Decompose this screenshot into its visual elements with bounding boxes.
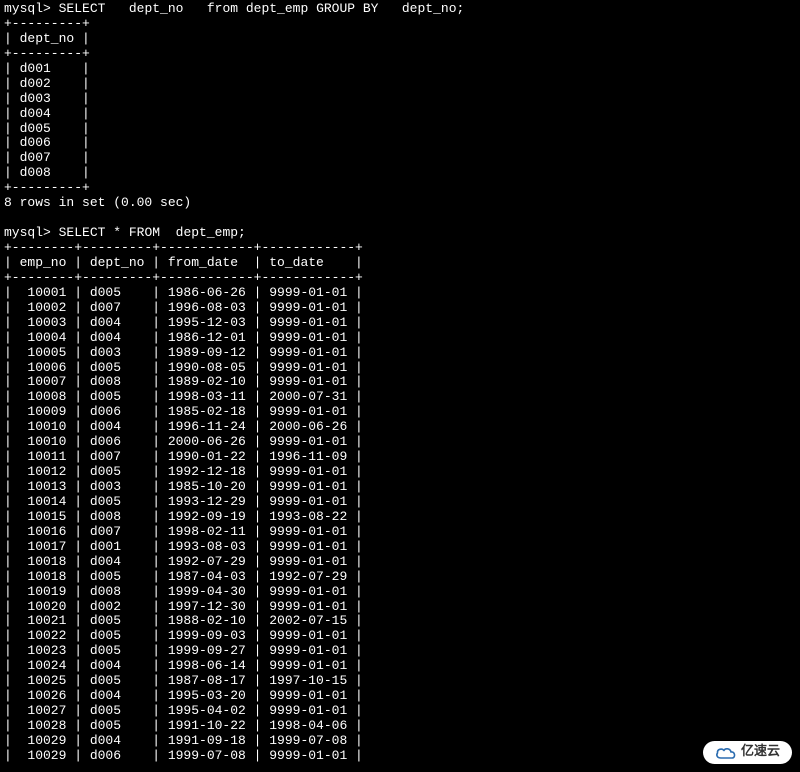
emp-rows-container: | 10001 | d005 | 1986-06-26 | 9999-01-01… [4,286,796,764]
table-row: | 10005 | d003 | 1989-09-12 | 9999-01-01… [4,346,796,361]
table-row: | 10004 | d004 | 1986-12-01 | 9999-01-01… [4,331,796,346]
separator: +---------+ [4,47,796,62]
table-row: | 10029 | d004 | 1991-09-18 | 1999-07-08… [4,734,796,749]
table-row: | 10018 | d004 | 1992-07-29 | 9999-01-01… [4,555,796,570]
table-row: | d007 | [4,151,796,166]
table-row: | 10012 | d005 | 1992-12-18 | 9999-01-01… [4,465,796,480]
table-row: | 10028 | d005 | 1991-10-22 | 1998-04-06… [4,719,796,734]
table-row: | 10014 | d005 | 1993-12-29 | 9999-01-01… [4,495,796,510]
separator: +--------+---------+------------+-------… [4,271,796,286]
blank-line [4,211,796,226]
cloud-icon [715,746,737,760]
dept-rows-container: | d001 || d002 || d003 || d004 || d005 |… [4,62,796,182]
watermark-badge: 亿速云 [703,741,792,764]
table-row: | 10010 | d006 | 2000-06-26 | 9999-01-01… [4,435,796,450]
table-row: | 10018 | d005 | 1987-04-03 | 1992-07-29… [4,570,796,585]
prompt-line: mysql> SELECT dept_no from dept_emp GROU… [4,2,796,17]
prompt: mysql> [4,225,51,240]
table-row: | d002 | [4,77,796,92]
table-row: | 10016 | d007 | 1998-02-11 | 9999-01-01… [4,525,796,540]
table-row: | 10023 | d005 | 1999-09-27 | 9999-01-01… [4,644,796,659]
table-row: | 10002 | d007 | 1996-08-03 | 9999-01-01… [4,301,796,316]
table-row: | 10006 | d005 | 1990-08-05 | 9999-01-01… [4,361,796,376]
table-header: | emp_no | dept_no | from_date | to_date… [4,256,796,271]
mysql-terminal[interactable]: mysql> SELECT dept_no from dept_emp GROU… [4,2,796,764]
table-row: | 10010 | d004 | 1996-11-24 | 2000-06-26… [4,420,796,435]
table-row: | 10009 | d006 | 1985-02-18 | 9999-01-01… [4,405,796,420]
table-row: | d008 | [4,166,796,181]
watermark-label: 亿速云 [741,745,780,760]
table-header: | dept_no | [4,32,796,47]
table-row: | 10020 | d002 | 1997-12-30 | 9999-01-01… [4,600,796,615]
table-row: | 10026 | d004 | 1995-03-20 | 9999-01-01… [4,689,796,704]
table-row: | d006 | [4,136,796,151]
table-row: | 10022 | d005 | 1999-09-03 | 9999-01-01… [4,629,796,644]
sql-query-2: SELECT * FROM dept_emp; [59,225,246,240]
table-row: | 10027 | d005 | 1995-04-02 | 9999-01-01… [4,704,796,719]
sql-query-1: SELECT dept_no from dept_emp GROUP BY de… [59,1,465,16]
result-status: 8 rows in set (0.00 sec) [4,196,796,211]
table-row: | d004 | [4,107,796,122]
table-row: | 10003 | d004 | 1995-12-03 | 9999-01-01… [4,316,796,331]
separator: +---------+ [4,17,796,32]
table-row: | 10019 | d008 | 1999-04-30 | 9999-01-01… [4,585,796,600]
separator: +---------+ [4,181,796,196]
table-row: | 10013 | d003 | 1985-10-20 | 9999-01-01… [4,480,796,495]
table-row: | 10029 | d006 | 1999-07-08 | 9999-01-01… [4,749,796,764]
table-row: | 10007 | d008 | 1989-02-10 | 9999-01-01… [4,375,796,390]
prompt-line: mysql> SELECT * FROM dept_emp; [4,226,796,241]
table-row: | 10001 | d005 | 1986-06-26 | 9999-01-01… [4,286,796,301]
table-row: | 10021 | d005 | 1988-02-10 | 2002-07-15… [4,614,796,629]
table-row: | 10008 | d005 | 1998-03-11 | 2000-07-31… [4,390,796,405]
prompt: mysql> [4,1,51,16]
table-row: | 10017 | d001 | 1993-08-03 | 9999-01-01… [4,540,796,555]
table-row: | d001 | [4,62,796,77]
table-row: | 10015 | d008 | 1992-09-19 | 1993-08-22… [4,510,796,525]
table-row: | d003 | [4,92,796,107]
table-row: | 10011 | d007 | 1990-01-22 | 1996-11-09… [4,450,796,465]
table-row: | d005 | [4,122,796,137]
table-row: | 10025 | d005 | 1987-08-17 | 1997-10-15… [4,674,796,689]
table-row: | 10024 | d004 | 1998-06-14 | 9999-01-01… [4,659,796,674]
separator: +--------+---------+------------+-------… [4,241,796,256]
